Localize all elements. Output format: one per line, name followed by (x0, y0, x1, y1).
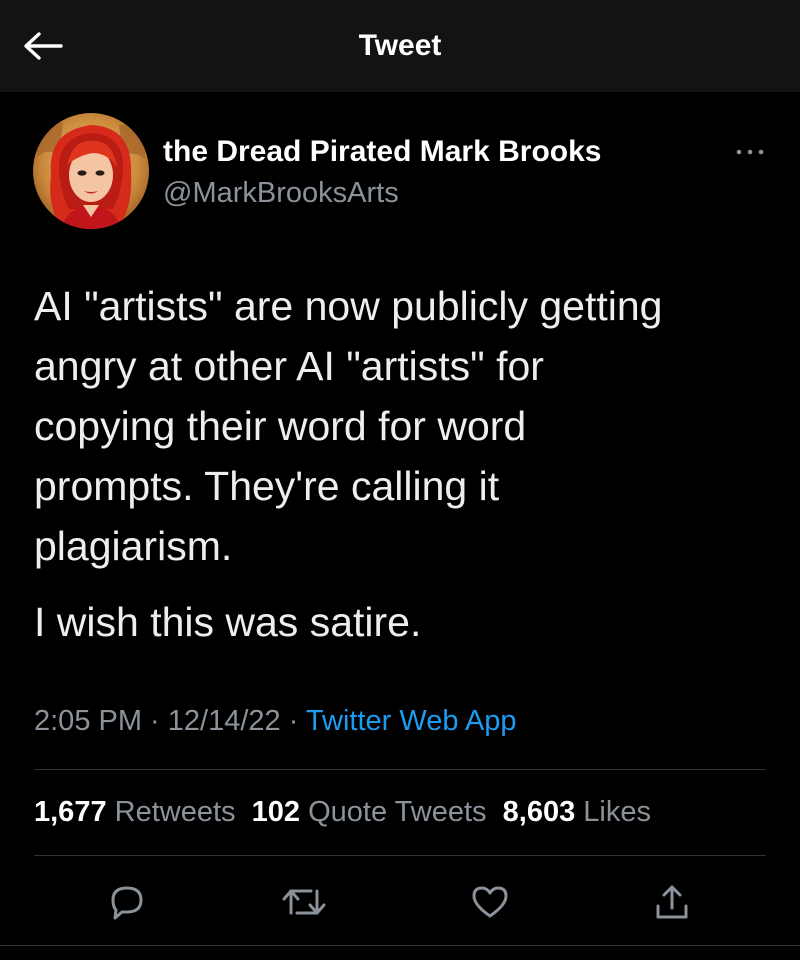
divider (34, 769, 766, 770)
tweet-text-line: plagiarism. (34, 523, 233, 569)
tweet-metadata: 2:05 PM · 12/14/22 · Twitter Web App (34, 701, 517, 741)
tweet-text-line: copying their word for word (34, 403, 527, 449)
quote-tweets-count: 102 (251, 796, 301, 828)
share-button[interactable] (644, 878, 700, 926)
tweet-text-line: prompts. They're calling it (34, 463, 500, 509)
tweet-time[interactable]: 2:05 PM (34, 705, 142, 737)
like-button[interactable] (462, 878, 518, 926)
page-title: Tweet (358, 29, 442, 62)
retweets-stat[interactable]: 1,677 Retweets (34, 796, 236, 828)
divider (0, 945, 800, 946)
more-dots-icon (736, 149, 764, 155)
tweet-text: AI "artists" are now publicly getting an… (34, 276, 764, 576)
quote-tweets-stat[interactable]: 102 Quote Tweets (252, 796, 487, 828)
quote-tweets-label: Quote Tweets (308, 796, 487, 828)
reply-button[interactable] (99, 878, 155, 926)
share-icon (656, 885, 688, 919)
retweets-count: 1,677 (34, 796, 107, 828)
retweets-label: Retweets (114, 796, 236, 828)
meta-separator: · (280, 705, 306, 737)
tweet-date[interactable]: 12/14/22 (168, 705, 281, 737)
top-bar: Tweet (0, 0, 800, 92)
retweet-button[interactable] (276, 878, 332, 926)
author-handle[interactable]: @MarkBrooksArts (163, 175, 399, 211)
avatar[interactable] (33, 113, 149, 229)
likes-stat[interactable]: 8,603 Likes (503, 796, 651, 828)
divider (34, 855, 766, 856)
retweet-icon (282, 889, 326, 915)
likes-count: 8,603 (502, 796, 576, 828)
tweet-text-line: angry at other AI "artists" for (34, 343, 544, 389)
tweet-stats: 1,677 Retweets 102 Quote Tweets 8,603 Li… (34, 792, 651, 832)
avatar-illustration (33, 113, 149, 229)
more-options-button[interactable] (728, 138, 772, 166)
tweet-text-line: AI "artists" are now publicly getting (34, 283, 663, 329)
reply-icon (111, 886, 143, 920)
meta-separator: · (142, 705, 168, 737)
author-name[interactable]: the Dread Pirated Mark Brooks (163, 133, 601, 171)
like-icon (472, 886, 508, 918)
tweet-source-link[interactable]: Twitter Web App (306, 705, 517, 737)
likes-label: Likes (583, 796, 651, 828)
tweet-text-second-paragraph: I wish this was satire. (34, 599, 422, 645)
